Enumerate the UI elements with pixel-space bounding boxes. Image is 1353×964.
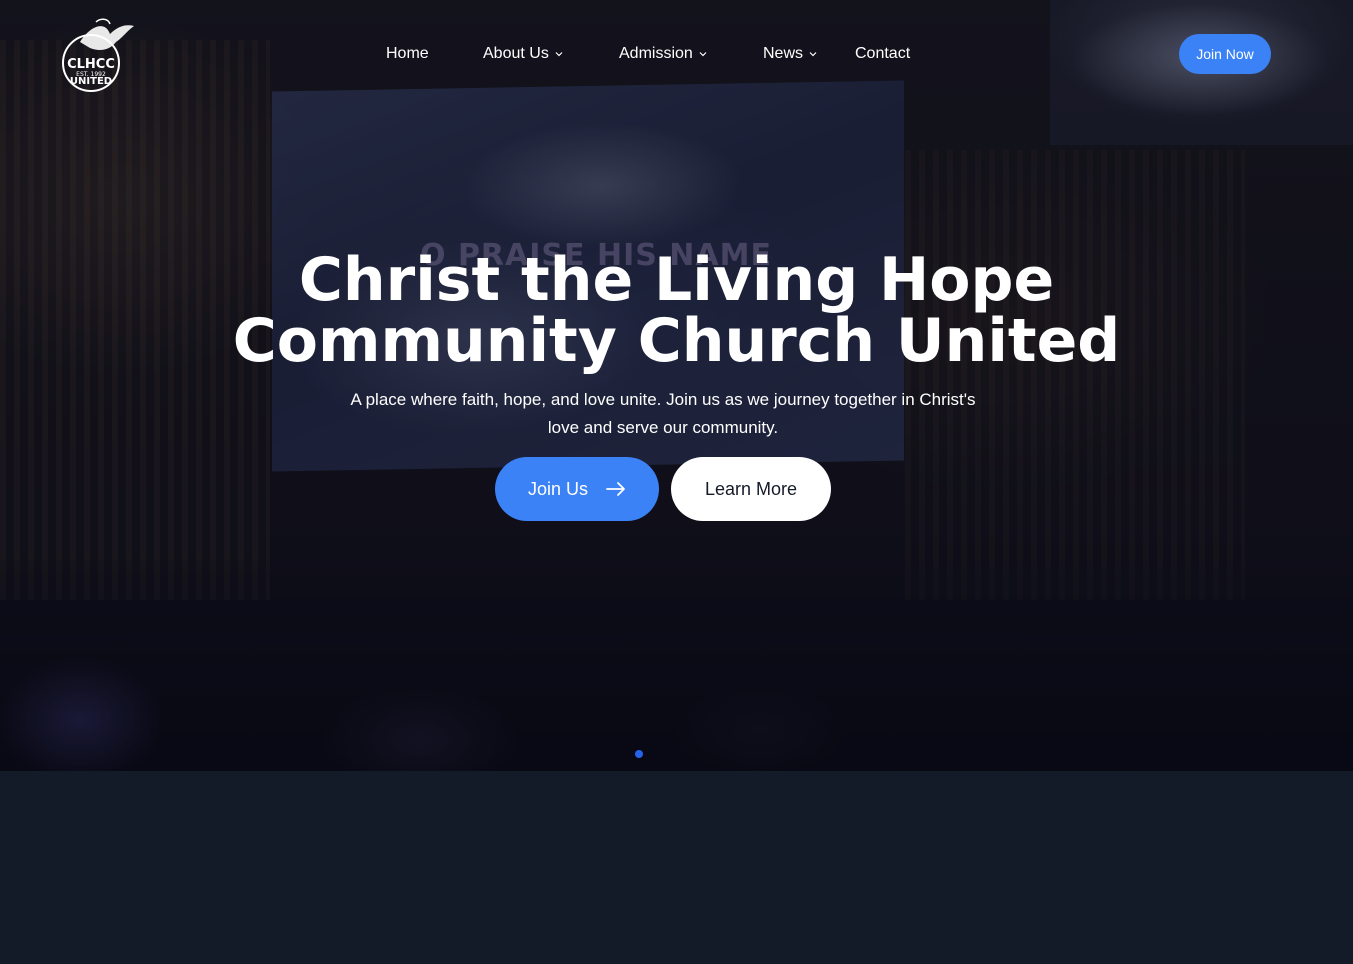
content-section <box>0 771 1353 964</box>
join-now-button[interactable]: Join Now <box>1179 34 1271 74</box>
join-us-label: Join Us <box>527 478 589 499</box>
nav-item-label: News <box>763 45 804 62</box>
chevron-down-icon <box>809 52 817 57</box>
nav-item-label: Home <box>386 45 429 62</box>
join-us-button[interactable]: Join Us <box>495 457 659 521</box>
hero-title: Christ the Living Hope Community Church … <box>180 250 1173 372</box>
nav-item-admission[interactable]: Admission <box>619 44 707 64</box>
nav-item-home[interactable]: Home <box>386 44 429 64</box>
arrow-right-icon <box>606 482 625 496</box>
learn-more-button[interactable]: Learn More <box>671 457 831 521</box>
nav-item-contact[interactable]: Contact <box>855 44 910 64</box>
main-navigation: CLHCC EST. 1992 UNITED Home About Us Adm… <box>0 0 1353 110</box>
chevron-down-icon <box>555 52 563 57</box>
svg-text:CLHCC: CLHCC <box>67 57 115 72</box>
svg-text:UNITED: UNITED <box>70 76 112 87</box>
hero-title-line-1: Christ the Living Hope <box>298 245 1055 315</box>
nav-item-label: Contact <box>855 45 911 62</box>
nav-item-news[interactable]: News <box>763 44 817 64</box>
nav-item-label: Admission <box>619 45 693 62</box>
nav-item-label: About Us <box>483 45 549 62</box>
dove-logo-icon[interactable]: CLHCC EST. 1992 UNITED <box>60 16 136 96</box>
hero-title-line-2: Community Church United <box>232 306 1121 376</box>
slider-dot-active[interactable] <box>635 750 643 758</box>
hero-section: O PRAISE HIS NAME CLHCC EST. 1992 UNITED… <box>0 0 1353 771</box>
hero-subtitle: A place where faith, hope, and love unit… <box>350 390 976 437</box>
nav-item-about-us[interactable]: About Us <box>483 44 563 64</box>
chevron-down-icon <box>699 52 707 57</box>
